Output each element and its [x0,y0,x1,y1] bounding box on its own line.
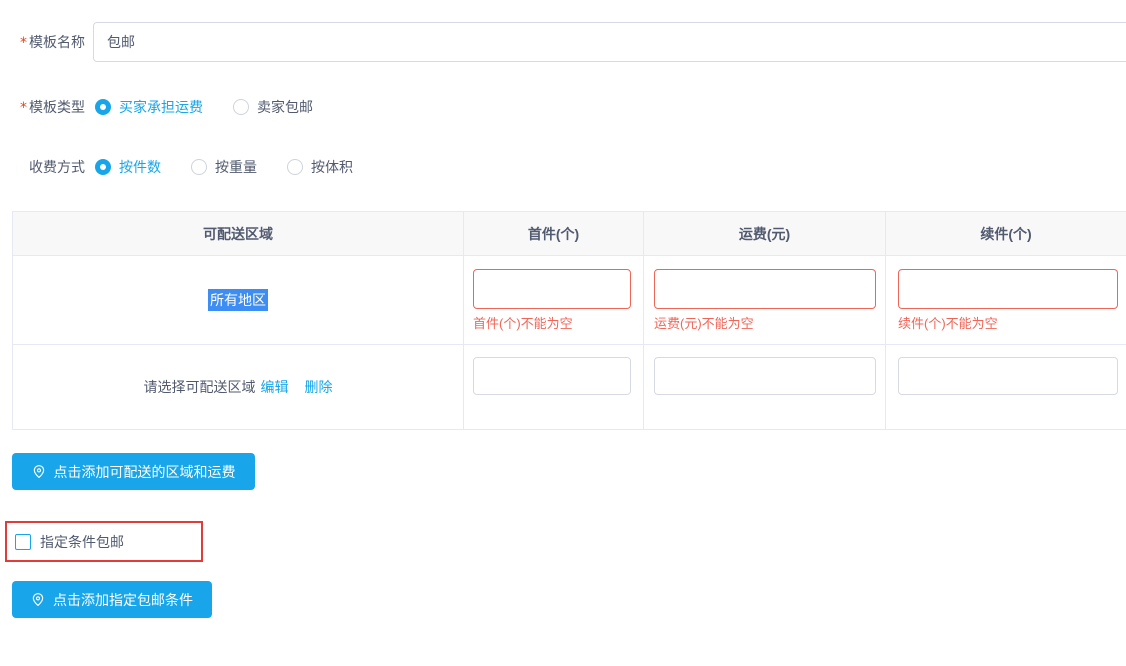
radio-unselected-icon [233,99,249,115]
additional-piece-cell: 续件(个)不能为空 [886,256,1126,345]
radio-by-weight-label: 按重量 [215,157,257,177]
shipping-fee-table: 可配送区域 首件(个) 运费(元) 续件(个) 所有地区 首件(个)不能为空 运… [12,211,1126,430]
additional-piece-error: 续件(个)不能为空 [898,313,1126,332]
header-deliverable-area: 可配送区域 [13,212,464,256]
add-condition-button-label: 点击添加指定包邮条件 [53,590,193,610]
template-type-row: *模板类型 买家承担运费 卖家包邮 [14,97,1126,117]
header-additional-piece: 续件(个) [886,212,1126,256]
header-freight: 运费(元) [644,212,886,256]
freight-error: 运费(元)不能为空 [654,313,885,332]
first-piece-input[interactable] [473,269,631,309]
template-type-label-text: 模板类型 [29,99,85,115]
delete-link[interactable]: 删除 [305,377,333,397]
radio-dot [100,164,106,170]
radio-buyer-pays-label: 买家承担运费 [119,97,203,117]
area-cell-all-regions: 所有地区 [13,256,464,345]
radio-unselected-icon [287,159,303,175]
additional-piece-input-2[interactable] [898,357,1118,395]
conditional-free-shipping-box: 指定条件包邮 [5,521,203,562]
template-name-input[interactable] [93,22,1126,62]
required-asterisk: * [20,100,27,116]
radio-seller-free-label: 卖家包邮 [257,97,313,117]
freight-input-2[interactable] [654,357,876,395]
all-regions-text: 所有地区 [208,289,268,311]
radio-selected-icon [95,99,111,115]
template-type-label: *模板类型 [14,97,85,117]
location-pin-icon [31,592,45,607]
freight-template-form: *模板名称 *模板类型 买家承担运费 卖家包邮 收费方式 按件数 按重量 按体积 [0,0,1126,666]
first-piece-error: 首件(个)不能为空 [473,313,643,332]
radio-by-weight[interactable]: 按重量 [191,157,257,177]
additional-piece-input[interactable] [898,269,1118,309]
first-piece-cell: 首件(个)不能为空 [464,256,644,345]
conditional-free-shipping-checkbox[interactable] [15,534,31,550]
first-piece-input-2[interactable] [473,357,631,395]
required-asterisk: * [20,35,27,51]
template-name-row: *模板名称 [14,22,1126,62]
additional-piece-cell-2 [886,345,1126,429]
radio-by-volume[interactable]: 按体积 [287,157,353,177]
conditional-free-shipping-label: 指定条件包邮 [40,532,124,552]
freight-cell: 运费(元)不能为空 [644,256,886,345]
radio-by-piece[interactable]: 按件数 [95,157,161,177]
add-condition-button[interactable]: 点击添加指定包邮条件 [12,581,212,618]
add-region-button[interactable]: 点击添加可配送的区域和运费 [12,453,255,490]
first-piece-cell-2 [464,345,644,429]
template-name-label: *模板名称 [14,22,85,63]
radio-selected-icon [95,159,111,175]
freight-cell-2 [644,345,886,429]
area-cell-select-region: 请选择可配送区域 编辑 删除 [13,345,464,429]
radio-by-piece-label: 按件数 [119,157,161,177]
freight-input[interactable] [654,269,876,309]
edit-link[interactable]: 编辑 [261,377,289,397]
location-pin-icon [32,464,46,479]
charge-method-row: 收费方式 按件数 按重量 按体积 [14,157,1126,177]
radio-seller-free-shipping[interactable]: 卖家包邮 [233,97,313,117]
charge-method-label: 收费方式 [14,157,85,177]
radio-dot [100,104,106,110]
radio-buyer-pays-shipping[interactable]: 买家承担运费 [95,97,203,117]
radio-by-volume-label: 按体积 [311,157,353,177]
select-region-text: 请选择可配送区域 [144,377,256,397]
add-region-button-label: 点击添加可配送的区域和运费 [54,462,236,482]
template-name-label-text: 模板名称 [29,34,85,50]
header-first-piece: 首件(个) [464,212,644,256]
radio-unselected-icon [191,159,207,175]
